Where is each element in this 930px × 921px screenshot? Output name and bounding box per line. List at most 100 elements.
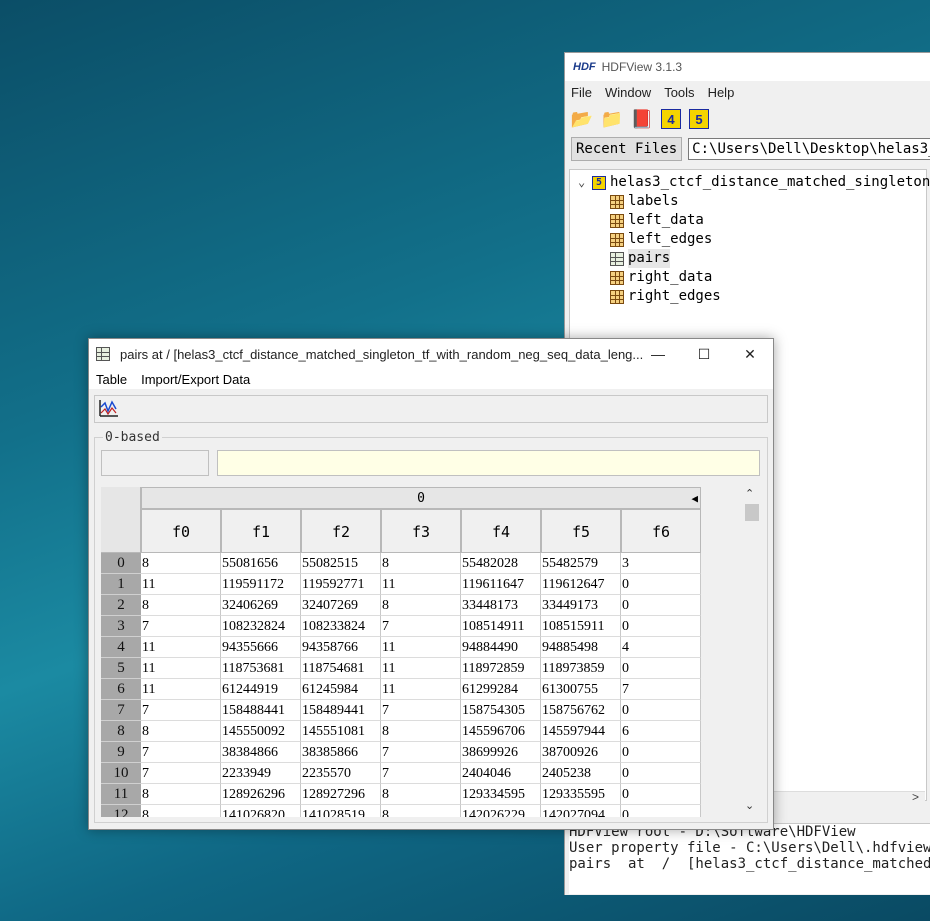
table-cell[interactable]: 2233949 <box>221 763 301 784</box>
table-cell[interactable]: 3 <box>621 553 701 574</box>
table-cell[interactable]: 119611647 <box>461 574 541 595</box>
table-cell[interactable]: 11 <box>381 679 461 700</box>
tree-item-right-edges[interactable]: right_edges <box>610 287 721 306</box>
menu-file[interactable]: File <box>571 85 592 100</box>
row-header[interactable]: 2 <box>101 595 141 616</box>
table-cell[interactable]: 108232824 <box>221 616 301 637</box>
row-header[interactable]: 5 <box>101 658 141 679</box>
table-cell[interactable]: 7 <box>381 700 461 721</box>
table-cell[interactable]: 38700926 <box>541 742 621 763</box>
tree-item-pairs[interactable]: pairs <box>610 249 671 268</box>
table-cell[interactable]: 2404046 <box>461 763 541 784</box>
table-cell[interactable]: 11 <box>381 574 461 595</box>
table-cell[interactable]: 145551081 <box>301 721 381 742</box>
column-header-f6[interactable]: f6 <box>621 509 701 553</box>
table-cell[interactable]: 0 <box>621 616 701 637</box>
line-chart-icon[interactable] <box>99 399 119 417</box>
table-cell[interactable]: 55082515 <box>301 553 381 574</box>
table-cell[interactable]: 0 <box>621 742 701 763</box>
column-header-f1[interactable]: f1 <box>221 509 301 553</box>
table-cell[interactable]: 8 <box>381 784 461 805</box>
table-cell[interactable]: 61244919 <box>221 679 301 700</box>
tree-item-labels[interactable]: labels <box>610 192 679 211</box>
recent-path-field[interactable]: C:\Users\Dell\Desktop\helas3_ctcf <box>688 138 930 160</box>
table-cell[interactable]: 0 <box>621 574 701 595</box>
table-cell[interactable]: 94884490 <box>461 637 541 658</box>
row-header[interactable]: 1 <box>101 574 141 595</box>
table-cell[interactable]: 118753681 <box>221 658 301 679</box>
table-cell[interactable]: 11 <box>381 637 461 658</box>
table-cell[interactable]: 38384866 <box>221 742 301 763</box>
table-cell[interactable]: 2235570 <box>301 763 381 784</box>
table-cell[interactable]: 158754305 <box>461 700 541 721</box>
table-cell[interactable]: 129335595 <box>541 784 621 805</box>
table-cell[interactable]: 11 <box>141 574 221 595</box>
table-cell[interactable]: 7 <box>381 742 461 763</box>
table-cell[interactable]: 119591172 <box>221 574 301 595</box>
menu-tools[interactable]: Tools <box>664 85 694 100</box>
table-cell[interactable]: 108515911 <box>541 616 621 637</box>
tree-item-left-data[interactable]: left_data <box>610 211 704 230</box>
tree-item-right-data[interactable]: right_data <box>610 268 712 287</box>
table-cell[interactable]: 0 <box>621 784 701 805</box>
table-cell[interactable]: 8 <box>381 805 461 817</box>
row-header[interactable]: 4 <box>101 637 141 658</box>
scroll-thumb[interactable] <box>745 504 759 521</box>
table-cell[interactable]: 8 <box>141 553 221 574</box>
row-header[interactable]: 9 <box>101 742 141 763</box>
table-cell[interactable]: 61245984 <box>301 679 381 700</box>
column-header-f4[interactable]: f4 <box>461 509 541 553</box>
table-cell[interactable]: 0 <box>621 805 701 817</box>
row-header[interactable]: 0 <box>101 553 141 574</box>
scroll-right-icon[interactable]: > <box>912 790 919 804</box>
recent-files-button[interactable]: Recent Files <box>571 137 683 161</box>
table-vertical-scrollbar[interactable]: ⌃ ⌄ <box>743 487 759 817</box>
table-cell[interactable]: 118973859 <box>541 658 621 679</box>
close-button[interactable]: ✕ <box>727 339 773 369</box>
table-cell[interactable]: 4 <box>621 637 701 658</box>
table-cell[interactable]: 8 <box>141 784 221 805</box>
table-cell[interactable]: 128927296 <box>301 784 381 805</box>
table-cell[interactable]: 0 <box>621 595 701 616</box>
table-cell[interactable]: 55081656 <box>221 553 301 574</box>
row-header[interactable]: 7 <box>101 700 141 721</box>
table-cell[interactable]: 32407269 <box>301 595 381 616</box>
table-cell[interactable]: 119612647 <box>541 574 621 595</box>
tree-root-row[interactable]: ⌄ 5 helas3_ctcf_distance_matched_singlet… <box>578 173 930 192</box>
menu-help[interactable]: Help <box>708 85 735 100</box>
menu-table[interactable]: Table <box>96 372 127 387</box>
maximize-button[interactable]: ☐ <box>681 339 727 369</box>
row-header[interactable]: 3 <box>101 616 141 637</box>
table-cell[interactable]: 11 <box>141 679 221 700</box>
row-header[interactable]: 11 <box>101 784 141 805</box>
table-cell[interactable]: 118754681 <box>301 658 381 679</box>
table-cell[interactable]: 108233824 <box>301 616 381 637</box>
table-cell[interactable]: 11 <box>381 658 461 679</box>
table-cell[interactable]: 11 <box>141 637 221 658</box>
column-header-f3[interactable]: f3 <box>381 509 461 553</box>
column-header-f2[interactable]: f2 <box>301 509 381 553</box>
table-cell[interactable]: 8 <box>381 553 461 574</box>
table-cell[interactable]: 2405238 <box>541 763 621 784</box>
table-cell[interactable]: 145597944 <box>541 721 621 742</box>
tree-item-left-edges[interactable]: left_edges <box>610 230 712 249</box>
table-cell[interactable]: 7 <box>621 679 701 700</box>
column-header-f0[interactable]: f0 <box>141 509 221 553</box>
hdf4-icon[interactable]: 4 <box>661 109 681 129</box>
table-cell[interactable]: 94355666 <box>221 637 301 658</box>
users-guide-icon[interactable]: 📕 <box>631 108 653 130</box>
collapse-left-icon[interactable]: ◀ <box>691 488 698 510</box>
table-cell[interactable]: 0 <box>621 763 701 784</box>
table-cell[interactable]: 7 <box>141 700 221 721</box>
table-cell[interactable]: 7 <box>141 742 221 763</box>
row-header[interactable]: 10 <box>101 763 141 784</box>
table-cell[interactable]: 7 <box>141 763 221 784</box>
open-folder-icon[interactable]: 📁 <box>601 108 623 130</box>
table-cell[interactable]: 94885498 <box>541 637 621 658</box>
table-cell[interactable]: 55482028 <box>461 553 541 574</box>
table-cell[interactable]: 145550092 <box>221 721 301 742</box>
table-cell[interactable]: 8 <box>141 805 221 817</box>
table-cell[interactable]: 158488441 <box>221 700 301 721</box>
table-cell[interactable]: 119592771 <box>301 574 381 595</box>
table-cell[interactable]: 7 <box>381 616 461 637</box>
